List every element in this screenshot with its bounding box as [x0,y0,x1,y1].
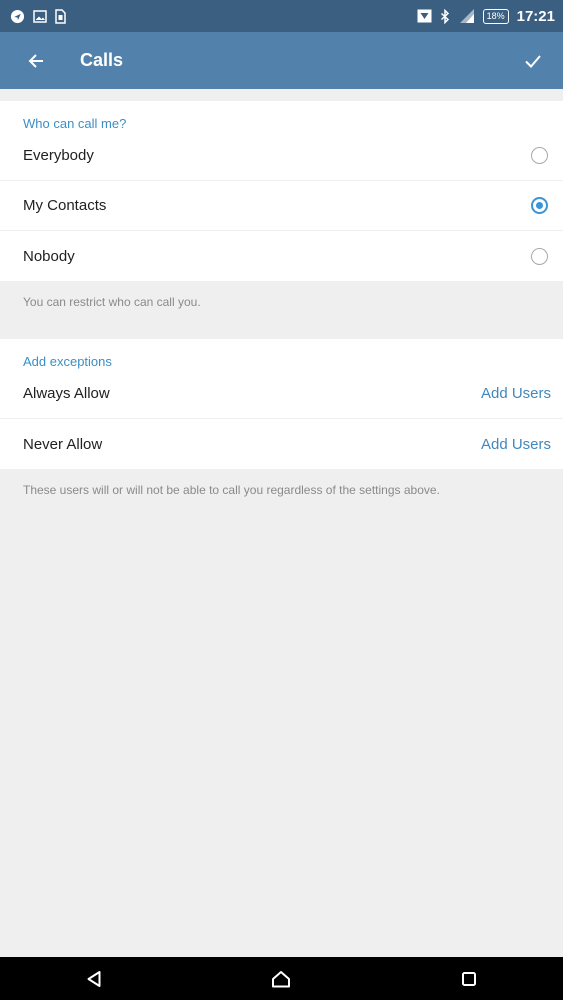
triangle-back-icon [87,970,101,987]
done-button[interactable] [509,32,557,89]
section-header-who-can-call: Who can call me? [23,116,127,131]
image-icon [33,9,47,23]
status-time: 17:21 [516,7,555,25]
never-allow-row[interactable]: Never Allow Add Users [0,419,563,469]
battery-icon: 18% [482,8,509,24]
download-icon [417,9,432,23]
nav-home-button[interactable] [251,957,311,1000]
checkmark-icon [525,54,541,68]
status-bar: 18% 17:21 [0,0,563,32]
option-label: Nobody [23,247,75,265]
add-users-button[interactable]: Add Users [481,385,551,402]
arrow-left-icon [28,53,43,68]
radio-button[interactable] [531,247,548,265]
back-button[interactable] [10,32,62,89]
home-icon [272,970,291,987]
sim-icon [55,8,66,24]
system-navigation-bar [0,957,563,1000]
page-title: Calls [80,50,124,70]
option-label: My Contacts [23,197,107,214]
radio-button-selected[interactable] [531,197,548,214]
navigation-icon [10,9,25,24]
option-nobody[interactable]: Nobody [0,231,563,281]
square-recents-icon [462,971,477,986]
always-allow-row[interactable]: Always Allow Add Users [0,369,563,419]
privacy-section: Who can call me? Everybody My Contacts N… [0,101,563,281]
row-label: Always Allow [23,385,110,402]
add-users-button[interactable]: Add Users [481,436,551,453]
nav-back-button[interactable] [64,957,124,1000]
signal-icon [458,9,475,23]
bluetooth-icon [440,8,450,24]
status-bar-right: 18% 17:21 [417,8,555,25]
exceptions-section: Add exceptions Always Allow Add Users Ne… [0,339,563,469]
option-everybody[interactable]: Everybody [0,131,563,181]
status-bar-left [10,8,66,24]
option-my-contacts[interactable]: My Contacts [0,181,563,231]
radio-button[interactable] [531,147,548,164]
section-header-exceptions: Add exceptions [23,354,112,369]
option-label: Everybody [23,147,94,164]
nav-recents-button[interactable] [439,957,499,1000]
row-label: Never Allow [23,435,103,453]
exceptions-hint: These users will or will not be able to … [23,483,440,497]
privacy-hint: You can restrict who can call you. [23,295,201,309]
action-bar: Calls [0,32,563,89]
